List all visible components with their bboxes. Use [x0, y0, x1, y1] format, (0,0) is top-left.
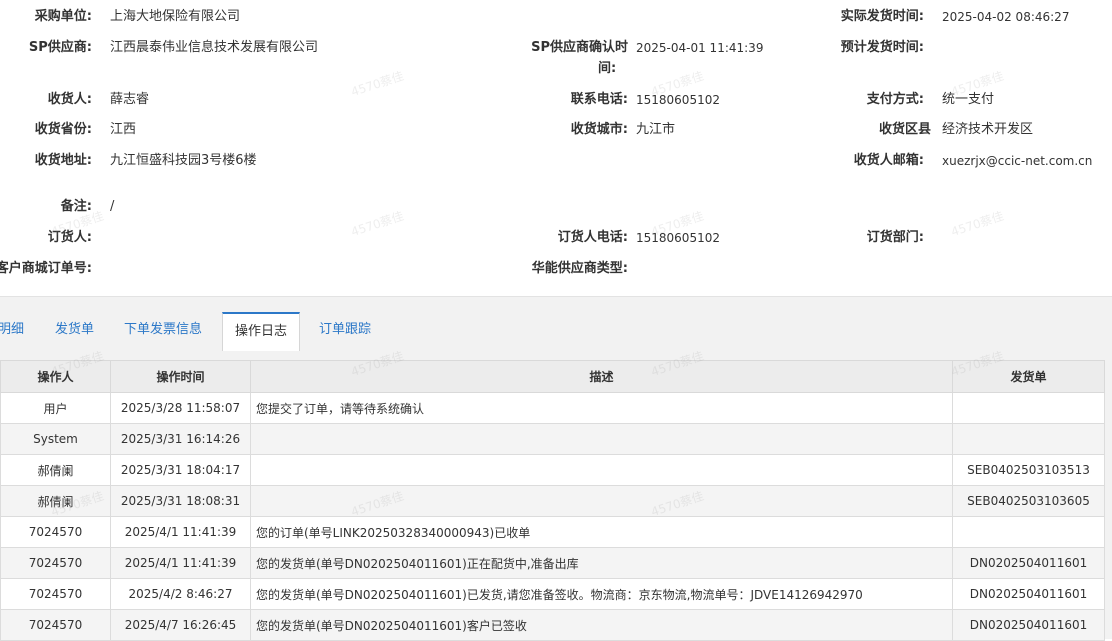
cell-description: 您的发货单(单号DN0202504011601)正在配货中,准备出库	[250, 547, 953, 579]
contact-phone-value: 15180605102	[636, 93, 720, 107]
order-dept-label: 订货部门:	[866, 230, 924, 245]
cell-operator: 用户	[0, 392, 111, 424]
purchase-unit-label: 采购单位:	[34, 9, 92, 24]
cell-operator: 郝倩阑	[0, 454, 111, 486]
address-value: 九江恒盛科技园3号楼6楼	[110, 153, 257, 168]
city-label: 收货城市:	[570, 122, 628, 137]
remark-value: /	[110, 199, 115, 214]
cell-description: 您的发货单(单号DN0202504011601)已发货,请您准备签收。物流商：京…	[250, 578, 953, 610]
tab-bar: 明细 发货单 下单发票信息 操作日志 订单跟踪	[0, 312, 1112, 351]
province-label: 收货省份:	[34, 122, 92, 137]
cell-description	[250, 454, 953, 486]
payment-method-label: 支付方式:	[866, 92, 924, 107]
mall-order-label: 客户商城订单号:	[0, 261, 92, 276]
sp-confirm-time-value: 2025-04-01 11:41:39	[636, 41, 764, 55]
orderer-phone-label: 订货人电话:	[557, 230, 628, 245]
orderer-phone-value: 15180605102	[636, 231, 720, 245]
cell-time: 2025/3/31 18:04:17	[110, 454, 251, 486]
tab-operation-log[interactable]: 操作日志	[222, 312, 301, 351]
contact-phone-label: 联系电话:	[570, 92, 628, 107]
table-row: 7024570 2025/4/7 16:26:45 您的发货单(单号DN0202…	[0, 609, 1105, 641]
table-row: 郝倩阑 2025/3/31 18:08:31 SEB0402503103605	[0, 485, 1105, 517]
city-value: 九江市	[636, 122, 676, 137]
table-row: 7024570 2025/4/1 11:41:39 您的发货单(单号DN0202…	[0, 547, 1105, 579]
table-row: 用户 2025/3/28 11:58:07 您提交了订单，请等待系统确认	[0, 392, 1105, 424]
cell-description: 您提交了订单，请等待系统确认	[250, 392, 953, 424]
cell-description	[250, 485, 953, 517]
column-header-shipment[interactable]: 发货单	[952, 360, 1105, 393]
cell-shipment: DN0202504011601	[952, 609, 1105, 641]
column-header-operator[interactable]: 操作人	[0, 360, 111, 393]
cell-time: 2025/4/7 16:26:45	[110, 609, 251, 641]
actual-ship-time-value: 2025-04-02 08:46:27	[942, 10, 1070, 24]
remark-label: 备注:	[60, 199, 92, 214]
address-label: 收货地址:	[34, 153, 92, 168]
cell-time: 2025/3/28 11:58:07	[110, 392, 251, 424]
sp-supplier-label: SP供应商:	[28, 40, 92, 55]
district-value: 经济技术开发区	[942, 122, 1034, 137]
cell-time: 2025/3/31 18:08:31	[110, 485, 251, 517]
tab-shipments[interactable]: 发货单	[43, 312, 106, 348]
cell-shipment	[952, 423, 1105, 455]
cell-operator: 7024570	[0, 578, 111, 610]
sp-confirm-time-label: SP供应商确认时	[531, 40, 628, 55]
cell-operator: 郝倩阑	[0, 485, 111, 517]
table-row: System 2025/3/31 16:14:26	[0, 423, 1105, 455]
order-info-panel: 采购单位: 上海大地保险有限公司 实际发货时间: 2025-04-02 08:4…	[0, 0, 1112, 297]
cell-operator: System	[0, 423, 111, 455]
cell-time: 2025/4/1 11:41:39	[110, 547, 251, 579]
cell-shipment: DN0202504011601	[952, 547, 1105, 579]
cell-description	[250, 423, 953, 455]
email-value: xuezrjx@ccic-net.com.cn	[942, 154, 1093, 168]
tab-invoice-info[interactable]: 下单发票信息	[112, 312, 214, 348]
receiver-value: 薛志睿	[110, 92, 150, 107]
purchase-unit-value: 上海大地保险有限公司	[110, 9, 241, 24]
cell-time: 2025/3/31 16:14:26	[110, 423, 251, 455]
sp-confirm-time-label-wrap: 间:	[598, 61, 617, 76]
cell-shipment: SEB0402503103513	[952, 454, 1105, 486]
planned-ship-time-label: 预计发货时间:	[840, 40, 924, 55]
actual-ship-time-label: 实际发货时间:	[840, 9, 924, 24]
table-row: 7024570 2025/4/2 8:46:27 您的发货单(单号DN02025…	[0, 578, 1105, 610]
cell-shipment: DN0202504011601	[952, 578, 1105, 610]
operation-log-table: 操作人 操作时间 描述 发货单 用户 2025/3/28 11:58:07 您提…	[0, 360, 1105, 641]
table-header-row: 操作人 操作时间 描述 发货单	[0, 360, 1105, 393]
table-row: 郝倩阑 2025/3/31 18:04:17 SEB0402503103513	[0, 454, 1105, 486]
cell-shipment: SEB0402503103605	[952, 485, 1105, 517]
cell-description: 您的发货单(单号DN0202504011601)客户已签收	[250, 609, 953, 641]
tab-order-tracking[interactable]: 订单跟踪	[307, 312, 383, 348]
column-header-time[interactable]: 操作时间	[110, 360, 251, 393]
province-value: 江西	[110, 122, 137, 137]
sp-supplier-value: 江西晨泰伟业信息技术发展有限公司	[110, 40, 319, 55]
orderer-label: 订货人:	[47, 230, 92, 245]
hn-supplier-type-label: 华能供应商类型:	[531, 261, 628, 276]
cell-shipment	[952, 392, 1105, 424]
cell-time: 2025/4/2 8:46:27	[110, 578, 251, 610]
column-header-description[interactable]: 描述	[250, 360, 953, 393]
receiver-label: 收货人:	[47, 92, 92, 107]
payment-method-value: 统一支付	[942, 92, 995, 107]
tab-details[interactable]: 明细	[0, 312, 36, 348]
cell-operator: 7024570	[0, 609, 111, 641]
district-label: 收货区县	[878, 122, 931, 137]
cell-shipment	[952, 516, 1105, 548]
cell-operator: 7024570	[0, 516, 111, 548]
cell-operator: 7024570	[0, 547, 111, 579]
email-label: 收货人邮箱:	[853, 153, 924, 168]
table-row: 7024570 2025/4/1 11:41:39 您的订单(单号LINK202…	[0, 516, 1105, 548]
cell-time: 2025/4/1 11:41:39	[110, 516, 251, 548]
cell-description: 您的订单(单号LINK20250328340000943)已收单	[250, 516, 953, 548]
